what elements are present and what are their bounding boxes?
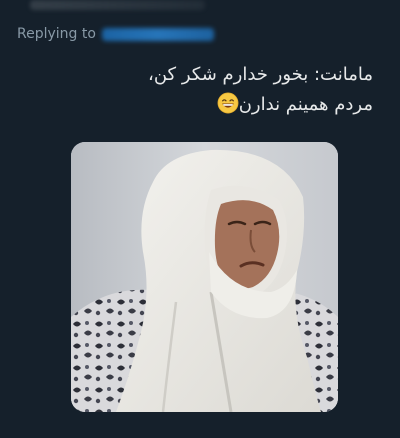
grinning-emoji-icon <box>217 92 239 114</box>
tweet-text-line-2: مردم همینم ندارن <box>43 90 373 120</box>
tweet-reply-screen: Replying to مامانت: بخور خدارم شکر کن، م… <box>0 0 400 438</box>
tweet-text-line-2-text: مردم همینم ندارن <box>238 94 373 115</box>
tweet-text: مامانت: بخور خدارم شکر کن، مردم همینم ند… <box>43 60 373 120</box>
replying-to-label: Replying to <box>17 26 96 42</box>
replying-to-handle-link[interactable] <box>101 27 214 41</box>
blurred-header <box>30 0 205 10</box>
replying-to-line: Replying to <box>17 24 214 44</box>
tweet-photo[interactable] <box>71 142 338 412</box>
photo-illustration <box>71 142 338 412</box>
tweet-text-line-1: مامانت: بخور خدارم شکر کن، <box>148 64 373 85</box>
